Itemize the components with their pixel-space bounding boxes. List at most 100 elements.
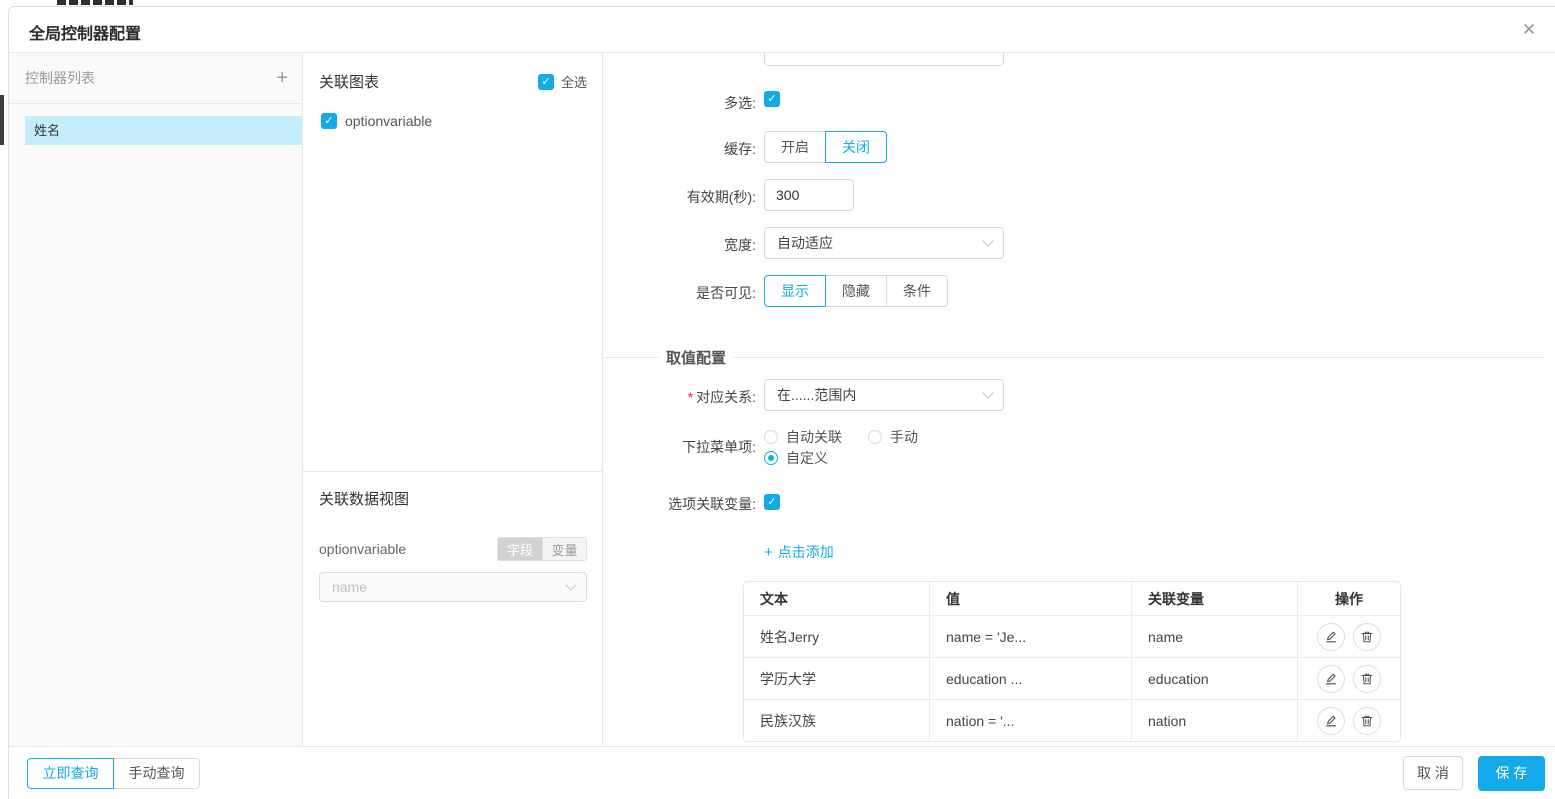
panel-divider — [303, 471, 602, 472]
relation-label: * 对应关系: — [687, 389, 756, 405]
cell-value: name = 'Je... — [930, 616, 1132, 657]
background-page-fragment — [57, 0, 133, 5]
dropdown-radio-row2: 自定义 — [764, 448, 828, 468]
radio-icon-selected[interactable] — [764, 451, 778, 465]
options-table: 文本 值 关联变量 操作 姓名Jerry name = 'Je... name … — [743, 581, 1401, 742]
col-header-text: 文本 — [744, 582, 930, 615]
cache-toggle-group: 开启 关闭 — [764, 131, 887, 163]
delete-button[interactable] — [1353, 706, 1381, 735]
visibility-show-button[interactable]: 显示 — [764, 275, 826, 307]
trash-icon — [1361, 673, 1373, 684]
dropdown-radio-row1: 自动关联 手动 — [764, 427, 918, 447]
relation-select[interactable]: 在......范围内 — [764, 379, 1004, 411]
chevron-down-icon — [565, 579, 577, 591]
visibility-condition-button[interactable]: 条件 — [886, 275, 948, 307]
field-select[interactable]: name — [319, 572, 587, 602]
clipped-scrolled-input[interactable] — [764, 53, 1004, 66]
linked-charts-title: 关联图表 — [319, 74, 380, 91]
divider-line — [603, 357, 658, 358]
radio-icon[interactable] — [764, 430, 778, 444]
pencil-icon — [1326, 631, 1336, 642]
add-option-label: 点击添加 — [777, 544, 834, 560]
multi-select-checkbox[interactable]: ✓ — [764, 91, 780, 107]
width-label: 宽度: — [724, 237, 756, 253]
controller-settings-form: 多选: ✓ 缓存: 开启 关闭 有效期(秒): 宽度: 自动适应 是否可见: 显… — [603, 53, 1555, 746]
option-variable-label: 选项关联变量: — [668, 496, 756, 512]
table-header-row: 文本 值 关联变量 操作 — [744, 582, 1400, 615]
select-all-checkbox[interactable]: ✓ — [537, 73, 554, 90]
chevron-down-icon — [982, 387, 994, 399]
controller-list-header: 控制器列表 + — [9, 53, 302, 104]
select-all-control[interactable]: ✓ 全选 — [537, 72, 587, 91]
cell-value: education ... — [930, 658, 1132, 699]
relation-select-value: 在......范围内 — [777, 387, 857, 403]
edit-button[interactable] — [1317, 664, 1345, 693]
modal-footer: 立即查询 手动查询 取 消 保 存 — [9, 746, 1555, 799]
plus-icon: + — [764, 543, 773, 561]
cache-off-button[interactable]: 关闭 — [825, 131, 887, 163]
cell-text: 民族汉族 — [744, 700, 930, 741]
dropdown-items-label: 下拉菜单项: — [682, 439, 756, 455]
chart-item-label: optionvariable — [345, 113, 433, 129]
cell-variable: education — [1132, 658, 1298, 699]
modal-title: 全局控制器配置 — [29, 26, 142, 43]
footer-actions: 取 消 保 存 — [1403, 755, 1545, 791]
trash-icon — [1361, 715, 1373, 726]
add-controller-icon[interactable]: + — [276, 68, 288, 88]
value-config-section: 取值配置 — [603, 347, 1545, 368]
cancel-button[interactable]: 取 消 — [1403, 756, 1463, 790]
modal-header: 全局控制器配置 ✕ — [9, 7, 1555, 53]
table-row: 姓名Jerry name = 'Je... name — [744, 615, 1400, 657]
cell-actions — [1298, 616, 1400, 657]
validity-input[interactable] — [764, 179, 854, 211]
radio-manual[interactable]: 手动 — [868, 427, 918, 447]
cell-variable: nation — [1132, 700, 1298, 741]
add-option-link[interactable]: + 点击添加 — [764, 542, 834, 562]
pencil-icon — [1326, 715, 1336, 726]
cell-text: 学历大学 — [744, 658, 930, 699]
controller-item-selected[interactable]: 姓名 — [25, 116, 302, 145]
controller-list-title: 控制器列表 — [25, 70, 95, 86]
linked-panels: 关联图表 ✓ 全选 ✓ optionvariable 关联数据视图 option… — [303, 53, 603, 746]
visibility-label: 是否可见: — [696, 285, 756, 301]
select-all-label: 全选 — [560, 75, 587, 90]
query-mode-group: 立即查询 手动查询 — [27, 757, 200, 789]
data-view-title: 关联数据视图 — [319, 491, 410, 508]
save-button[interactable]: 保 存 — [1478, 755, 1545, 791]
radio-icon[interactable] — [868, 430, 882, 444]
close-icon[interactable]: ✕ — [1517, 18, 1541, 42]
table-row: 民族汉族 nation = '... nation — [744, 699, 1400, 741]
radio-custom[interactable]: 自定义 — [764, 448, 828, 468]
option-variable-checkbox[interactable]: ✓ — [764, 494, 780, 510]
cell-actions — [1298, 658, 1400, 699]
visibility-hide-button[interactable]: 隐藏 — [825, 275, 887, 307]
query-now-button[interactable]: 立即查询 — [27, 757, 114, 789]
linked-chart-item[interactable]: ✓ optionvariable — [321, 113, 432, 129]
edit-button[interactable] — [1317, 622, 1345, 651]
cache-on-button[interactable]: 开启 — [764, 131, 826, 163]
field-toggle-button[interactable]: 字段 — [498, 538, 542, 560]
chart-checkbox[interactable]: ✓ — [321, 113, 337, 129]
pencil-icon — [1326, 673, 1336, 684]
cell-text: 姓名Jerry — [744, 616, 930, 657]
delete-button[interactable] — [1353, 664, 1381, 693]
cell-actions — [1298, 700, 1400, 741]
variable-toggle-button[interactable]: 变量 — [542, 538, 586, 560]
field-select-value: name — [332, 579, 368, 595]
edit-button[interactable] — [1317, 706, 1345, 735]
delete-button[interactable] — [1353, 622, 1381, 651]
data-view-name: optionvariable — [319, 541, 407, 557]
required-asterisk: * — [687, 389, 694, 405]
cell-value: nation = '... — [930, 700, 1132, 741]
visibility-toggle-group: 显示 隐藏 条件 — [764, 275, 948, 307]
validity-label: 有效期(秒): — [686, 189, 756, 205]
width-select-value: 自动适应 — [777, 235, 833, 251]
cache-label: 缓存: — [724, 141, 756, 157]
trash-icon — [1361, 631, 1373, 642]
divider-line — [734, 357, 1545, 358]
width-select[interactable]: 自动适应 — [764, 227, 1004, 259]
value-config-title: 取值配置 — [666, 350, 727, 367]
manual-query-button[interactable]: 手动查询 — [113, 757, 200, 789]
radio-auto-link[interactable]: 自动关联 — [764, 427, 842, 447]
modal-body: 控制器列表 + 姓名 关联图表 ✓ 全选 ✓ optionvariable 关联… — [9, 53, 1555, 746]
